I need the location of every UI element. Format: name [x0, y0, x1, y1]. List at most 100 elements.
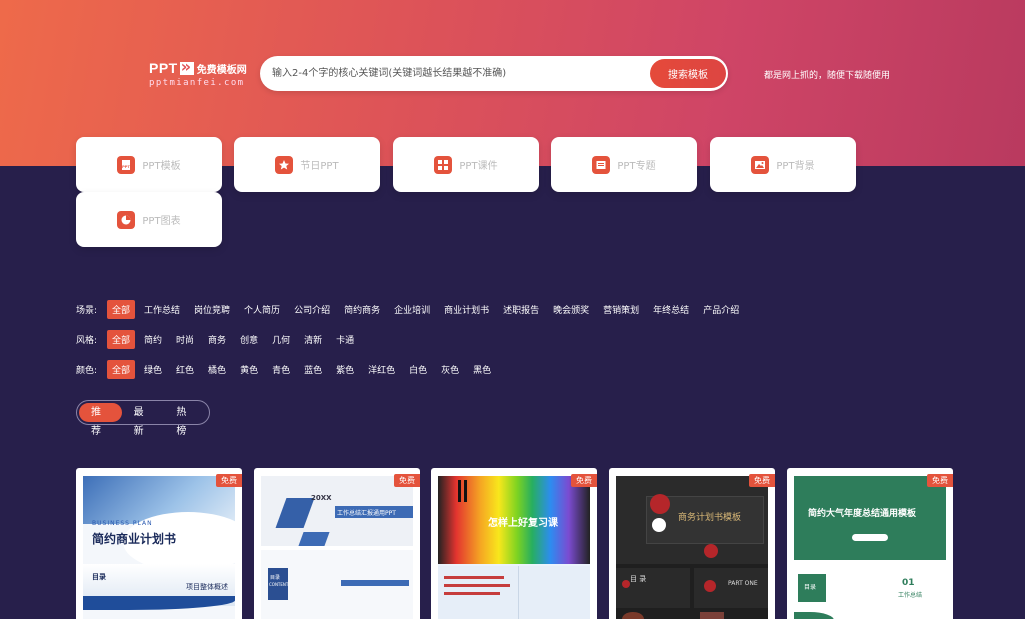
filter-option[interactable]: 产品介绍 — [698, 300, 744, 319]
template-title: 简约商业计划书 — [92, 532, 177, 546]
filter-option[interactable]: 紫色 — [331, 360, 359, 379]
filter-option[interactable]: 几何 — [267, 330, 295, 349]
filter-option[interactable]: 个人简历 — [239, 300, 285, 319]
filter-scene: 场景: 全部 工作总结 岗位竞聘 个人简历 公司介绍 简约商务 企业培训 商业计… — [76, 300, 748, 319]
category-ppt-template[interactable]: PPT PPT模板 — [76, 137, 222, 192]
filter-option[interactable]: 清新 — [299, 330, 327, 349]
filter-option[interactable]: 简约 — [139, 330, 167, 349]
divider — [518, 566, 519, 619]
filter-option[interactable]: 黑色 — [468, 360, 496, 379]
red-circle — [650, 494, 670, 514]
category-ppt-courseware[interactable]: PPT课件 — [393, 137, 539, 192]
book-icon — [592, 155, 611, 174]
filter-option[interactable]: 营销策划 — [598, 300, 644, 319]
logo-url: pptmianfei.com — [149, 78, 245, 88]
filter-option[interactable]: 红色 — [171, 360, 199, 379]
template-thumbnail: 20XX 工作总结汇报通用PPT 目录 CONTENT — [261, 476, 413, 619]
template-card[interactable]: 免费 简约大气年度总结通用模板 目录 01 工作总结 — [787, 468, 953, 619]
search-bar: 搜索模板 — [260, 56, 728, 91]
filter-option[interactable]: 全部 — [107, 360, 136, 379]
free-badge: 免费 — [571, 474, 597, 487]
sort-tabs: 推荐 最新 热榜 — [76, 400, 210, 437]
filter-key: 场景: — [76, 306, 98, 316]
filter-option[interactable]: 年终总结 — [648, 300, 694, 319]
tab-hot[interactable]: 热榜 — [164, 403, 207, 437]
filter-option[interactable]: 创意 — [235, 330, 263, 349]
template-sub: 目录 — [92, 573, 106, 581]
template-sub: 项目整体概述 — [186, 583, 228, 591]
category-label: PPT图表 — [142, 216, 181, 227]
filter-option[interactable]: 橘色 — [203, 360, 231, 379]
filter-option[interactable]: 卡通 — [331, 330, 359, 349]
search-button[interactable]: 搜索模板 — [650, 59, 726, 88]
tab-latest[interactable]: 最新 — [122, 403, 165, 437]
category-ppt-topic[interactable]: PPT专题 — [551, 137, 697, 192]
filter-option[interactable]: 白色 — [404, 360, 432, 379]
pill — [852, 534, 888, 541]
filter-option[interactable]: 商务 — [203, 330, 231, 349]
star-icon — [275, 155, 294, 174]
template-thumbnail: BUSINESS PLAN 简约商业计划书 目录 项目整体概述 — [83, 476, 235, 619]
tab-recommended[interactable]: 推荐 — [79, 403, 122, 437]
filter-option[interactable]: 企业培训 — [389, 300, 435, 319]
hero-note: 都是网上抓的，随便下载随便用 — [764, 71, 891, 81]
red-circle — [704, 580, 716, 592]
filter-option[interactable]: 蓝色 — [299, 360, 327, 379]
filter-option[interactable]: 晚会颁奖 — [548, 300, 594, 319]
template-sub: 工作总结 — [898, 592, 923, 599]
category-label: PPT背景 — [776, 161, 815, 172]
filter-option[interactable]: 工作总结 — [139, 300, 185, 319]
filter-option[interactable]: 商业计划书 — [439, 300, 494, 319]
template-sub: 目录 — [270, 575, 281, 581]
filter-option[interactable]: 简约商务 — [339, 300, 385, 319]
free-badge: 免费 — [749, 474, 775, 487]
filter-option[interactable]: 青色 — [267, 360, 295, 379]
category-ppt-chart[interactable]: PPT图表 — [76, 192, 222, 247]
blue-block — [298, 532, 330, 546]
filter-color: 颜色: 全部 绿色 红色 橘色 黄色 青色 蓝色 紫色 洋红色 白色 灰色 黑色 — [76, 360, 500, 379]
thumb-slide — [616, 568, 690, 608]
filter-option[interactable]: 洋红色 — [363, 360, 400, 379]
free-badge: 免费 — [216, 474, 242, 487]
title-bar — [341, 580, 409, 586]
red-circle — [704, 544, 718, 558]
logo-arrow-icon — [179, 57, 194, 76]
filter-option[interactable]: 灰色 — [436, 360, 464, 379]
category-label: 节日PPT — [300, 161, 339, 172]
svg-text:PPT: PPT — [123, 164, 131, 169]
filter-option[interactable]: 述职报告 — [498, 300, 544, 319]
template-title-en: BUSINESS PLAN — [92, 520, 153, 527]
template-card[interactable]: 免费 商务计划书模板 目 录 PART ONE — [609, 468, 775, 619]
template-sub: 01 — [902, 578, 915, 588]
category-label: PPT专题 — [617, 161, 656, 172]
template-card[interactable]: 免费 BUSINESS PLAN 简约商业计划书 目录 项目整体概述 — [76, 468, 242, 619]
template-thumbnail: 简约大气年度总结通用模板 目录 01 工作总结 — [794, 476, 946, 619]
category-festival-ppt[interactable]: 节日PPT — [234, 137, 380, 192]
search-input[interactable] — [272, 56, 642, 91]
category-ppt-background[interactable]: PPT背景 — [710, 137, 856, 192]
template-title: 商务计划书模板 — [678, 513, 742, 523]
filter-option[interactable]: 全部 — [107, 300, 136, 319]
filter-option[interactable]: 绿色 — [139, 360, 167, 379]
pie-chart-icon — [117, 210, 136, 229]
filter-key: 风格: — [76, 336, 98, 346]
filter-option[interactable]: 时尚 — [171, 330, 199, 349]
template-sub: PART ONE — [728, 580, 758, 587]
filter-option[interactable]: 黄色 — [235, 360, 263, 379]
free-badge: 免费 — [927, 474, 953, 487]
template-card[interactable]: 免费 20XX 工作总结汇报通用PPT 目录 CONTENT — [254, 468, 420, 619]
filter-option[interactable]: 岗位竞聘 — [189, 300, 235, 319]
category-label: PPT模板 — [142, 161, 181, 172]
site-logo[interactable]: PPT 免费模板网 pptmianfei.com — [149, 57, 247, 89]
template-year: 20XX — [311, 494, 332, 502]
template-thumbnail: 怎样上好复习课 — [438, 476, 590, 619]
filter-option[interactable]: 全部 — [107, 330, 136, 349]
text-line — [444, 592, 500, 595]
template-title: 简约大气年度总结通用模板 — [808, 509, 917, 519]
template-sub: 目录 — [804, 584, 817, 591]
filter-key: 颜色: — [76, 366, 98, 376]
filter-option[interactable]: 公司介绍 — [289, 300, 335, 319]
template-card[interactable]: 免费 怎样上好复习课 — [431, 468, 597, 619]
grid-icon — [434, 155, 453, 174]
wave-shape — [83, 596, 235, 610]
